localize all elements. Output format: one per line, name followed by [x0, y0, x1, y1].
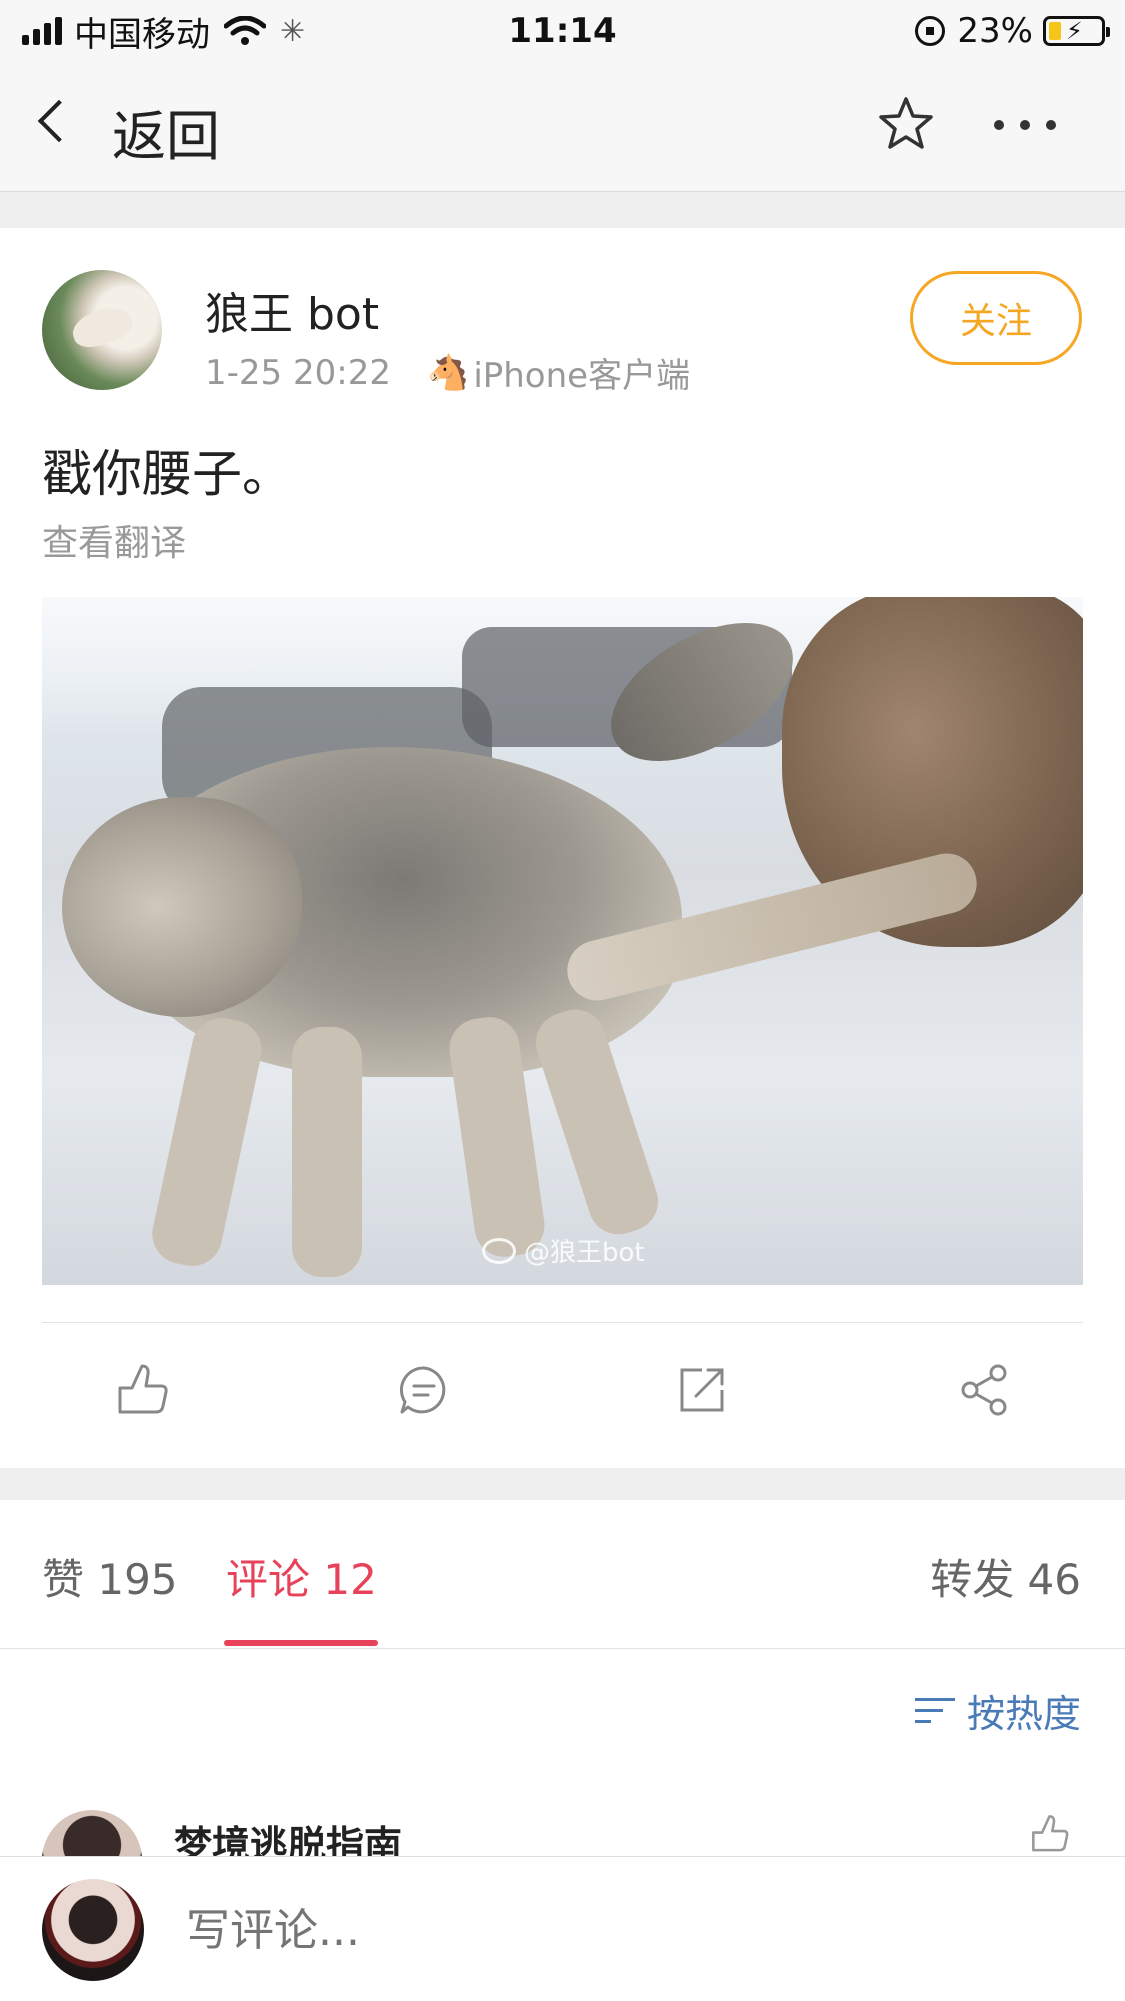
status-bar: 中国移动 ✳ 11:14 23% ⚡	[0, 0, 1125, 64]
watermark-text: @狼王bot	[524, 1238, 645, 1268]
section-divider	[0, 1468, 1125, 1500]
sort-by-hot-button[interactable]: 按热度	[914, 1683, 1081, 1738]
favorite-star-icon[interactable]	[876, 94, 936, 154]
tab-reposts[interactable]: 转发 46	[930, 1546, 1081, 1607]
comment-like-icon[interactable]	[1026, 1812, 1070, 1856]
battery-fill	[1049, 22, 1061, 40]
active-tab-indicator	[224, 1640, 378, 1646]
tabs-divider	[0, 1648, 1125, 1649]
author-avatar[interactable]	[42, 270, 162, 390]
post-text: 戳你腰子。	[42, 445, 292, 503]
charging-bolt-icon: ⚡	[1066, 17, 1083, 45]
image-watermark: @狼王bot	[482, 1232, 645, 1269]
comment-bar	[0, 1856, 1125, 2001]
post-timestamp: 1-25 20:22	[205, 352, 391, 393]
repost-icon[interactable]	[672, 1360, 732, 1420]
image-wolf-leg	[292, 1027, 362, 1277]
back-button[interactable]: 返回	[112, 92, 220, 171]
sort-icon	[914, 1696, 955, 1726]
sort-label: 按热度	[966, 1692, 1081, 1736]
weibo-logo-icon	[482, 1237, 516, 1264]
rotation-lock-icon	[915, 16, 946, 46]
post-meta: 1-25 20:22 🐴 iPhone客户端	[205, 348, 690, 397]
battery-percent: 23%	[957, 11, 1033, 51]
battery-icon: ⚡	[1043, 16, 1110, 46]
share-icon[interactable]	[954, 1360, 1014, 1420]
post-image[interactable]: @狼王bot	[42, 597, 1083, 1285]
nav-bar: 返回	[0, 64, 1125, 192]
divider	[42, 1322, 1083, 1323]
current-user-avatar[interactable]	[42, 1879, 144, 1981]
tab-comments[interactable]: 评论 12	[226, 1546, 377, 1607]
translate-link[interactable]: 查看翻译	[42, 514, 186, 566]
comment-icon[interactable]	[394, 1360, 454, 1420]
image-grey-wolf-head	[62, 797, 302, 1017]
thumbs-up-icon[interactable]	[110, 1360, 170, 1420]
comment-input[interactable]	[186, 1895, 1066, 1965]
more-options-icon[interactable]	[994, 120, 1056, 130]
post-source: iPhone客户端	[473, 356, 691, 396]
back-chevron-icon[interactable]	[37, 99, 81, 143]
image-wolf-leg	[146, 1012, 268, 1272]
tab-likes[interactable]: 赞 195	[42, 1546, 178, 1607]
device-badge-icon: 🐴	[426, 352, 470, 393]
section-divider	[0, 192, 1125, 228]
image-wolf-leg	[528, 1001, 666, 1243]
status-right: 23% ⚡	[915, 8, 1110, 54]
author-name[interactable]: 狼王 bot	[205, 278, 379, 342]
follow-button[interactable]: 关注	[910, 271, 1082, 365]
